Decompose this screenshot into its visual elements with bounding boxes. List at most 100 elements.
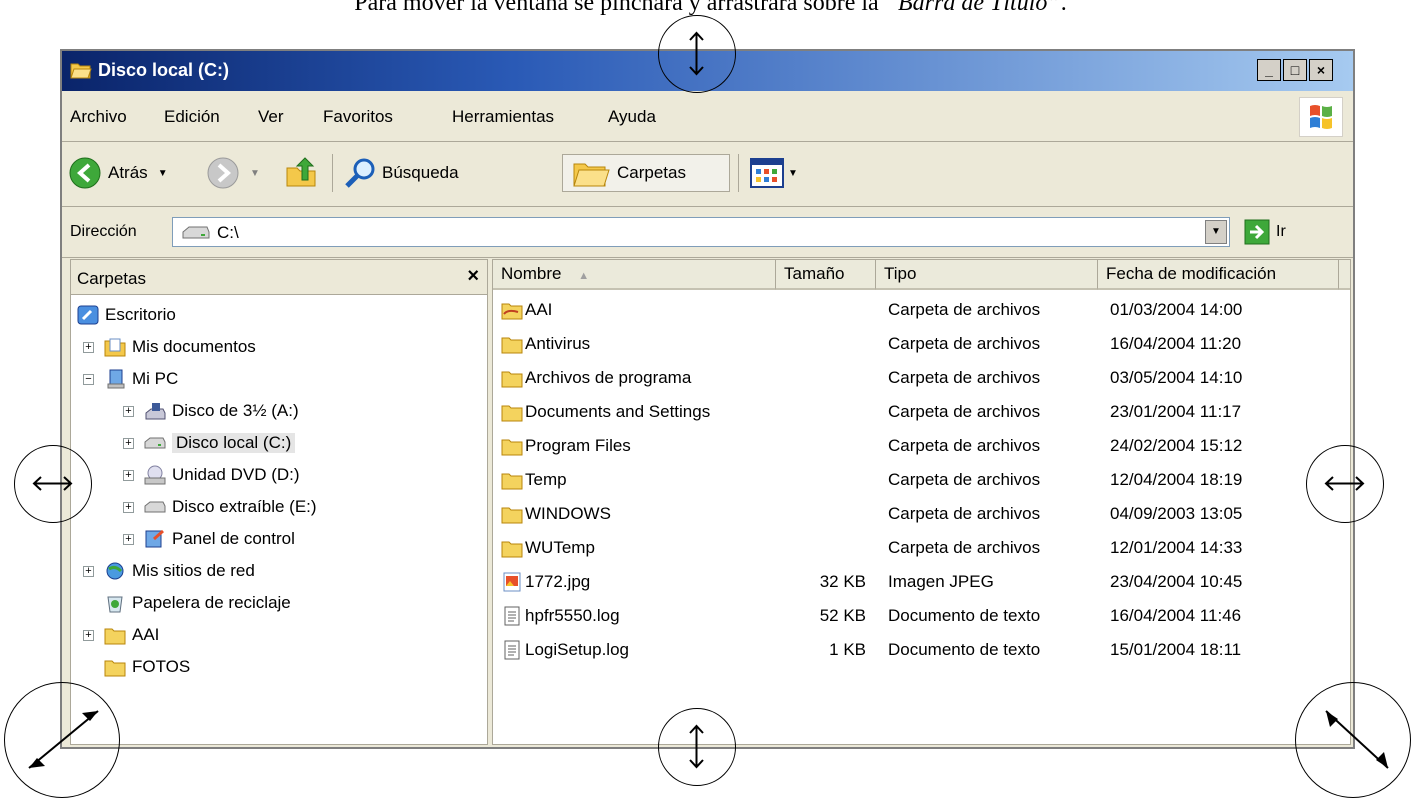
column-header-tamano[interactable]: Tamaño	[776, 260, 876, 290]
menu-edicion[interactable]: Edición	[164, 107, 220, 127]
file-row[interactable]: AAI Carpeta de archivos 01/03/2004 14:00	[493, 294, 1350, 328]
go-button[interactable]: Ir	[1244, 219, 1286, 245]
file-list: Nombre ▲ Tamaño Tipo Fecha de modificaci…	[492, 259, 1351, 745]
file-row[interactable]: Program Files Carpeta de archivos 24/02/20…	[493, 430, 1350, 464]
explorer-window: Disco local (C:) _ □ × Archivo Edición V…	[60, 49, 1355, 749]
image-file-icon	[503, 572, 521, 592]
up-folder-icon	[286, 157, 316, 187]
forward-button[interactable]: ▼	[206, 154, 260, 192]
column-header-nombre[interactable]: Nombre ▲	[493, 260, 776, 290]
tree-item-panel-control[interactable]: + Panel de control	[123, 524, 295, 554]
back-button[interactable]: Atrás ▼	[68, 154, 168, 192]
address-label: Dirección	[70, 223, 137, 240]
tree-item-sitios-red[interactable]: + Mis sitios de red	[83, 556, 255, 586]
column-header-tipo[interactable]: Tipo	[876, 260, 1098, 290]
file-row[interactable]: LogiSetup.log 1 KB Documento de texto 15/01…	[493, 634, 1350, 668]
file-type: Carpeta de archivos	[888, 470, 1041, 489]
folders-pane-close-button[interactable]: ×	[467, 265, 479, 288]
minimize-button[interactable]: _	[1257, 59, 1281, 81]
file-type: Carpeta de archivos	[888, 334, 1041, 353]
address-dropdown-icon[interactable]: ▼	[1205, 220, 1227, 244]
file-type: Carpeta de archivos	[888, 436, 1041, 455]
up-folder-button[interactable]	[284, 154, 318, 192]
windows-flag-icon	[1310, 105, 1332, 129]
folder-icon	[501, 439, 523, 456]
file-name: Program Files	[525, 436, 631, 455]
file-row[interactable]: Temp Carpeta de archivos 12/04/2004 18:19	[493, 464, 1350, 498]
menu-archivo[interactable]: Archivo	[70, 107, 127, 127]
tree-item-papelera[interactable]: Papelera de reciclaje	[104, 588, 291, 618]
menu-ver[interactable]: Ver	[258, 107, 284, 127]
tree-item-label: Mis sitios de red	[132, 561, 255, 580]
windows-logo	[1299, 97, 1343, 137]
file-row[interactable]: WUTemp Carpeta de archivos 12/01/2004 14:3…	[493, 532, 1350, 566]
tree-item-disco-e[interactable]: + Disco extraíble (E:)	[123, 492, 317, 522]
menu-ayuda[interactable]: Ayuda	[608, 107, 656, 127]
file-size: 32 KB	[819, 572, 866, 591]
file-type: Carpeta de archivos	[888, 504, 1041, 523]
resize-left-annotation	[14, 445, 92, 523]
file-name-cell: Archivos de programa	[501, 368, 691, 388]
expand-icon[interactable]: +	[123, 501, 134, 513]
folders-label: Carpetas	[617, 163, 686, 182]
back-dropdown-icon[interactable]: ▼	[158, 168, 168, 179]
tree-item-aai[interactable]: + AAI	[83, 620, 159, 650]
tree-item-disco-a[interactable]: + Disco de 3½ (A:)	[123, 396, 299, 426]
tree-item-label: Papelera de reciclaje	[132, 593, 291, 612]
address-input[interactable]: C:\ ▼	[172, 217, 1230, 247]
tree-item-label: FOTOS	[132, 657, 191, 676]
file-name: WINDOWS	[525, 504, 611, 523]
tree-item-label: Mis documentos	[132, 337, 256, 356]
file-name: hpfr5550.log	[525, 606, 620, 625]
tree-item-mis-documentos[interactable]: + Mis documentos	[83, 332, 256, 362]
file-date: 12/01/2004 14:33	[1110, 538, 1243, 557]
toolbar-separator	[738, 154, 739, 192]
tree-item-fotos[interactable]: FOTOS	[104, 652, 190, 682]
search-button[interactable]: Búsqueda	[344, 154, 459, 192]
tree-item-label: Disco de 3½ (A:)	[172, 401, 299, 420]
file-type: Carpeta de archivos	[888, 402, 1041, 421]
desktop-icon	[77, 305, 99, 325]
file-type: Documento de texto	[888, 640, 1041, 659]
file-name-cell: 1772.jpg	[501, 572, 590, 592]
file-row[interactable]: Archivos de programa Carpeta de archivos 0…	[493, 362, 1350, 396]
file-name: AAI	[525, 300, 553, 319]
expand-icon[interactable]: +	[123, 437, 134, 449]
menu-herramientas[interactable]: Herramientas	[452, 107, 554, 127]
tree-item-dvd-d[interactable]: + Unidad DVD (D:)	[123, 460, 300, 490]
expand-icon[interactable]: +	[123, 469, 134, 481]
file-row[interactable]: Documents and Settings Carpeta de archivo…	[493, 396, 1350, 430]
views-button[interactable]: ▼	[750, 154, 798, 192]
views-dropdown-icon[interactable]: ▼	[788, 168, 798, 179]
horizontal-double-arrow-icon	[1324, 476, 1365, 491]
file-type: Imagen JPEG	[888, 572, 994, 591]
folders-button[interactable]: Carpetas	[562, 154, 730, 192]
file-type: Carpeta de archivos	[888, 538, 1041, 557]
tree-item-mi-pc[interactable]: − Mi PC	[83, 364, 178, 394]
menu-favoritos[interactable]: Favoritos	[323, 107, 393, 127]
forward-dropdown-icon[interactable]: ▼	[250, 168, 260, 179]
hard-drive-icon	[182, 226, 210, 239]
close-button[interactable]: ×	[1309, 59, 1333, 81]
tree-item-escritorio[interactable]: Escritorio	[77, 300, 176, 330]
file-size: 1 KB	[829, 640, 866, 659]
file-date: 23/01/2004 11:17	[1110, 402, 1242, 421]
maximize-button[interactable]: □	[1283, 59, 1307, 81]
folder-icon	[501, 541, 523, 558]
expand-icon[interactable]: +	[123, 533, 134, 545]
column-header-fecha[interactable]: Fecha de modificación	[1098, 260, 1339, 290]
expand-icon[interactable]: +	[83, 565, 94, 577]
expand-icon[interactable]: +	[123, 405, 134, 417]
file-type: Carpeta de archivos	[888, 368, 1041, 387]
file-row[interactable]: WINDOWS Carpeta de archivos 04/09/2003 13:…	[493, 498, 1350, 532]
file-row[interactable]: 1772.jpg 32 KB Imagen JPEG 23/04/2004 10:45	[493, 566, 1350, 600]
tree-item-disco-c[interactable]: + Disco local (C:)	[123, 428, 296, 458]
file-row[interactable]: hpfr5550.log 52 KB Documento de texto 16/04…	[493, 600, 1350, 634]
expand-icon[interactable]: +	[83, 341, 94, 353]
collapse-icon[interactable]: −	[83, 373, 94, 385]
address-value: C:\	[217, 223, 239, 242]
file-row[interactable]: Antivirus Carpeta de archivos 16/04/2004 1…	[493, 328, 1350, 362]
tree-item-label: Unidad DVD (D:)	[172, 465, 300, 484]
window-title: Disco local (C:)	[98, 60, 230, 80]
expand-icon[interactable]: +	[83, 629, 94, 641]
